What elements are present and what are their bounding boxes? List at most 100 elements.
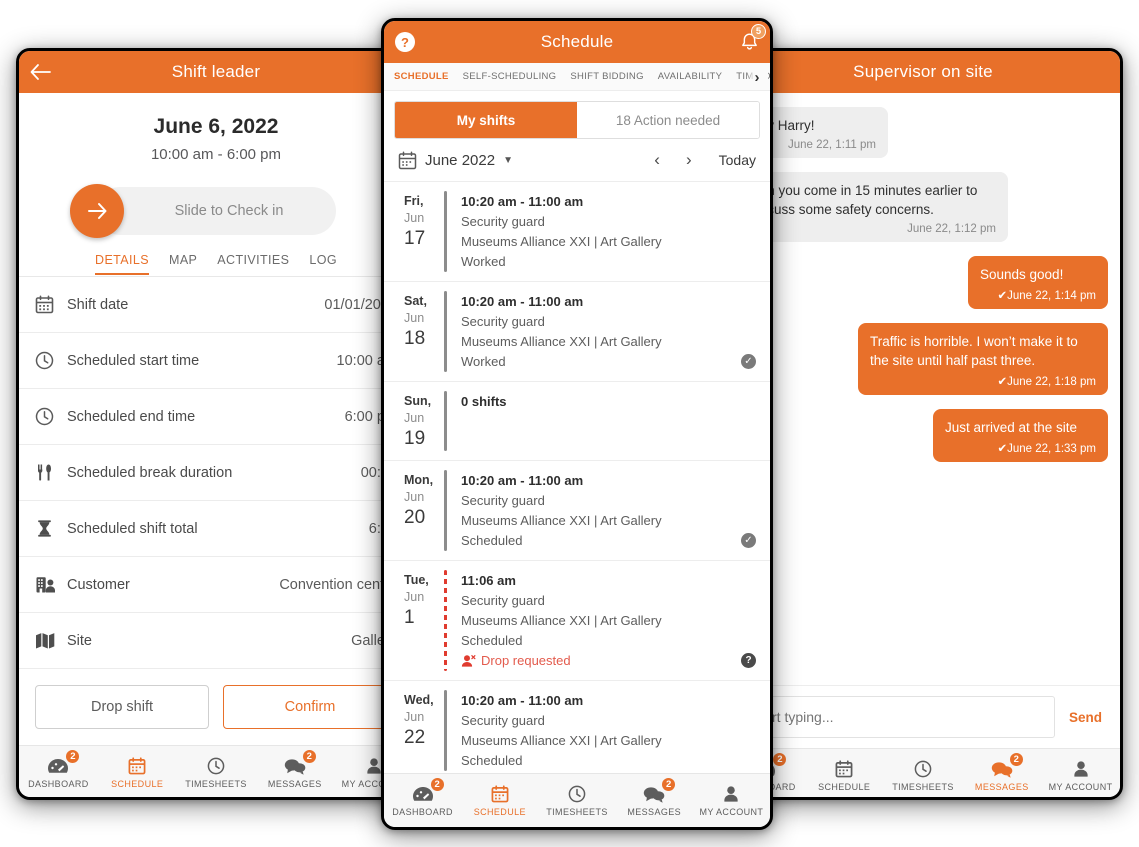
left-bottom-nav: 2 DASHBOARD SCHEDULE TIMESHEETS 2 MESSAG… xyxy=(19,745,413,797)
status-badge: 2 xyxy=(429,777,445,792)
arrow-right-icon[interactable] xyxy=(70,184,124,238)
shift-month: Jun xyxy=(404,411,425,425)
nav-item-timesheets[interactable]: TIMESHEETS xyxy=(884,759,963,792)
shift-month: Jun xyxy=(404,211,425,225)
shift-content: 10:20 am - 11:00 am Security guard Museu… xyxy=(461,291,760,372)
detail-value: Convention center xyxy=(279,576,397,593)
list-item[interactable]: Mon, Jun 20 10:20 am - 11:00 am Security… xyxy=(384,461,770,561)
nav-item-timesheets[interactable]: TIMESHEETS xyxy=(177,756,256,789)
status-badge: 2 xyxy=(661,777,677,792)
table-row[interactable]: Scheduled break duration 00:30 xyxy=(19,445,413,501)
month-label[interactable]: June 2022 xyxy=(425,152,495,169)
calendar-icon xyxy=(835,759,853,779)
shift-content: 10:20 am - 11:00 am Security guard Museu… xyxy=(461,191,760,272)
list-item[interactable]: Sun, Jun 19 0 shifts xyxy=(384,382,770,461)
nav-item-messages[interactable]: 2 MESSAGES xyxy=(616,777,693,817)
calendar-icon xyxy=(35,295,67,314)
list-item[interactable]: Fri, Jun 17 10:20 am - 11:00 am Security… xyxy=(384,182,770,282)
list-item[interactable]: Wed, Jun 22 10:20 am - 11:00 am Security… xyxy=(384,681,770,781)
chevron-down-icon[interactable]: ▼ xyxy=(503,155,513,166)
shift-time: 10:20 am - 11:00 am xyxy=(461,194,584,209)
nav-item-schedule[interactable]: SCHEDULE xyxy=(98,756,177,789)
nav-item-messages[interactable]: 2 MESSAGES xyxy=(962,752,1041,792)
shift-day: 19 xyxy=(404,428,426,449)
shift-role: Security guard xyxy=(461,593,545,608)
check-icon: ✔ xyxy=(997,443,1008,455)
table-row[interactable]: Scheduled shift total 6:00 xyxy=(19,501,413,557)
calendar-icon xyxy=(398,151,417,170)
shift-actions: Drop shift Confirm xyxy=(19,669,413,745)
check-icon: ✔ xyxy=(997,376,1008,388)
center-appbar: ? Schedule 5 xyxy=(384,21,770,63)
detail-label: Scheduled break duration xyxy=(67,464,233,481)
prev-month-button[interactable]: ‹ xyxy=(645,150,669,170)
shift-dow: Tue, xyxy=(404,573,429,587)
shift-date-column: Sat, Jun 18 xyxy=(392,291,444,372)
clock-icon xyxy=(35,407,67,426)
subtab-shift-bidding[interactable]: SHIFT BIDDING xyxy=(570,71,643,82)
tab-map[interactable]: MAP xyxy=(169,253,197,275)
next-month-button[interactable]: › xyxy=(677,150,701,170)
nav-item-dashboard[interactable]: 2 DASHBOARD xyxy=(19,749,98,789)
nav-label: SCHEDULE xyxy=(111,779,164,789)
shift-status-bar-dropped xyxy=(444,570,447,671)
shift-role: Security guard xyxy=(461,314,545,329)
subtab-self-scheduling[interactable]: SELF-SCHEDULING xyxy=(463,71,557,82)
shift-day: 22 xyxy=(404,727,426,748)
right-appbar: Supervisor on site xyxy=(726,51,1120,93)
person-icon xyxy=(365,756,383,776)
message-input[interactable] xyxy=(738,696,1055,738)
chat-icon: 2 xyxy=(284,749,317,776)
nav-item-timesheets[interactable]: TIMESHEETS xyxy=(538,784,615,817)
nav-label: DASHBOARD xyxy=(392,807,453,817)
status-badge: 2 xyxy=(301,749,317,764)
nav-item-schedule[interactable]: SCHEDULE xyxy=(805,759,884,792)
shift-role: Security guard xyxy=(461,214,545,229)
clock-icon xyxy=(35,351,67,370)
segment-action-needed[interactable]: 18 Action needed xyxy=(577,102,759,138)
confirm-button[interactable]: Confirm xyxy=(223,685,397,729)
table-row[interactable]: Customer Convention center xyxy=(19,557,413,613)
drop-requested-row: Drop requested xyxy=(461,651,760,671)
shift-status: Worked xyxy=(461,354,506,369)
table-row[interactable]: Scheduled end time 6:00 pm xyxy=(19,389,413,445)
tab-details[interactable]: DETAILS xyxy=(95,253,149,275)
shift-time: 10:20 am - 11:00 am xyxy=(461,473,584,488)
nav-item-messages[interactable]: 2 MESSAGES xyxy=(255,749,334,789)
shift-time: 0 shifts xyxy=(461,394,507,409)
bell-icon[interactable]: 5 xyxy=(728,21,770,63)
nav-item-my-account[interactable]: MY ACCOUNT xyxy=(1041,759,1120,792)
chevron-right-icon[interactable]: › xyxy=(746,63,768,90)
table-row[interactable]: Scheduled start time 10:00 am xyxy=(19,333,413,389)
nav-item-dashboard[interactable]: 2 DASHBOARD xyxy=(384,777,461,817)
table-row[interactable]: Site Gallery xyxy=(19,613,413,669)
shift-role: Security guard xyxy=(461,713,545,728)
nav-label: SCHEDULE xyxy=(473,807,526,817)
message-text: Traffic is horrible. I won’t make it to … xyxy=(870,334,1078,368)
drop-requested-label: Drop requested xyxy=(481,653,571,668)
drop-shift-button[interactable]: Drop shift xyxy=(35,685,209,729)
help-circle-icon[interactable]: ? xyxy=(741,653,756,668)
nav-label: MESSAGES xyxy=(627,807,682,817)
slide-to-check-in[interactable]: Slide to Check in xyxy=(70,184,336,238)
list-item[interactable]: Sat, Jun 18 10:20 am - 11:00 am Security… xyxy=(384,282,770,382)
segment-my-shifts[interactable]: My shifts xyxy=(395,102,577,138)
dashboard-icon: 2 xyxy=(47,749,81,776)
screenshot-stage: Shift leader June 6, 2022 10:00 am - 6:0… xyxy=(0,0,1139,847)
tab-activities[interactable]: ACTIVITIES xyxy=(217,253,289,275)
subtab-availability[interactable]: AVAILABILITY xyxy=(658,71,723,82)
back-arrow-icon[interactable] xyxy=(19,51,61,93)
subtab-schedule[interactable]: SCHEDULE xyxy=(394,71,449,82)
today-button[interactable]: Today xyxy=(709,152,756,168)
list-item[interactable]: Tue, Jun 1 11:06 am Security guard Museu… xyxy=(384,561,770,681)
shift-dow: Sat, xyxy=(404,294,427,308)
detail-label: Shift date xyxy=(67,296,129,313)
table-row[interactable]: Shift date 01/01/2022 xyxy=(19,277,413,333)
message-meta: ✔June 22, 1:18 pm xyxy=(997,376,1096,388)
nav-item-my-account[interactable]: MY ACCOUNT xyxy=(693,784,770,817)
shift-time: 10:20 am - 11:00 am xyxy=(461,294,584,309)
help-icon[interactable]: ? xyxy=(384,21,426,63)
send-button[interactable]: Send xyxy=(1063,710,1108,725)
tab-log[interactable]: LOG xyxy=(309,253,337,275)
nav-item-schedule[interactable]: SCHEDULE xyxy=(461,784,538,817)
